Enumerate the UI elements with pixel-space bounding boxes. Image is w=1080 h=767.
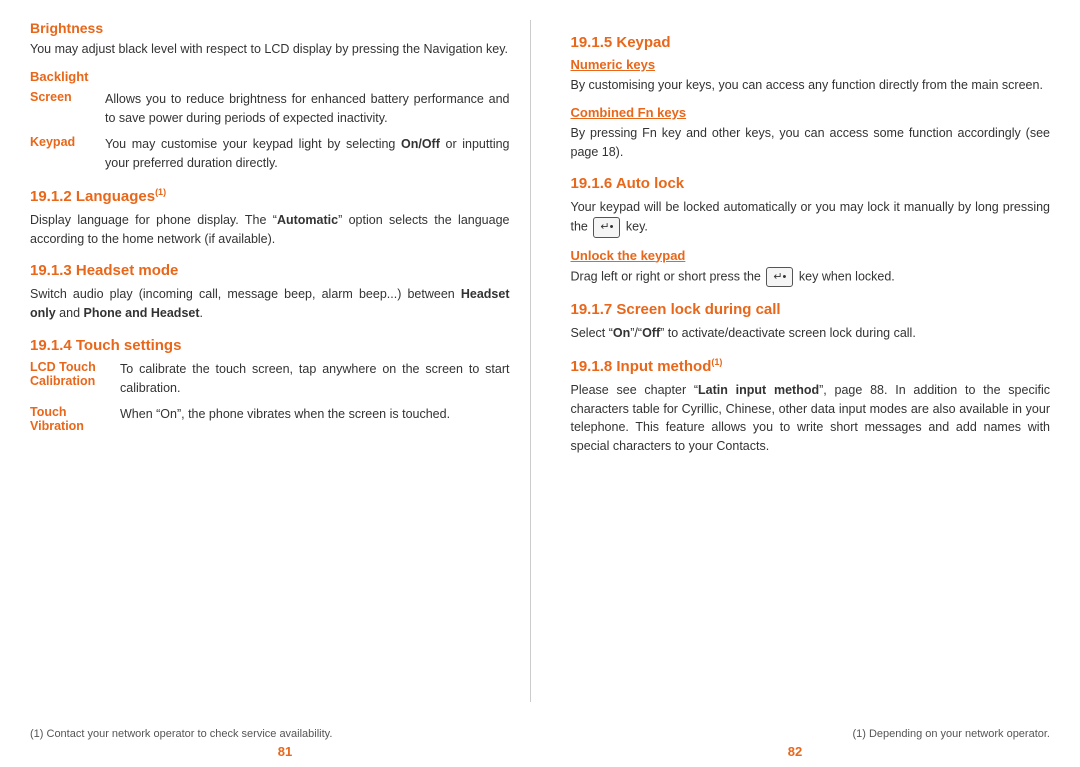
inputmethod-title: 19.1.8 Input method(1) — [571, 357, 1051, 375]
combined-heading: Combined Fn keys — [571, 105, 1051, 120]
backlight-heading: Backlight — [30, 69, 510, 84]
backlight-section: Backlight Screen Allows you to reduce br… — [30, 69, 510, 173]
screenlck-body: Select “On”/“Off” to activate/deactivate… — [571, 324, 1051, 343]
autolock-title: 19.1.6 Auto lock — [571, 175, 1051, 192]
keypad-value-bold: On/Off — [401, 137, 440, 151]
languages-body: Display language for phone display. The … — [30, 211, 510, 249]
touch-section: 19.1.4 Touch settings LCD TouchCalibrati… — [30, 337, 510, 434]
headset-body: Switch audio play (incoming call, messag… — [30, 285, 510, 323]
left-page-num: 81 — [30, 744, 540, 759]
keypad-value-prefix: You may customise your keypad light by s… — [105, 137, 401, 151]
lcd-label: LCD TouchCalibration — [30, 360, 110, 398]
numeric-heading: Numeric keys — [571, 57, 1051, 72]
unlock-heading: Unlock the keypad — [571, 248, 1051, 263]
unlock-key-icon: ↵• — [766, 267, 793, 288]
unlock-body: Drag left or right or short press the ↵•… — [571, 267, 1051, 288]
brightness-heading: Brightness — [30, 20, 510, 36]
right-column: 19.1.5 Keypad Numeric keys By customisin… — [561, 20, 1051, 702]
headset-title: 19.1.3 Headset mode — [30, 262, 510, 279]
keypad-title: 19.1.5 Keypad — [571, 34, 1051, 51]
screen-label: Screen — [30, 90, 95, 128]
right-page-num: 82 — [540, 744, 1050, 759]
keypad-backlight-value: You may customise your keypad light by s… — [105, 135, 510, 173]
autolock-section: 19.1.6 Auto lock Your keypad will be loc… — [571, 175, 1051, 237]
lcd-row: LCD TouchCalibration To calibrate the to… — [30, 360, 510, 398]
screenlck-section: 19.1.7 Screen lock during call Select “O… — [571, 301, 1051, 343]
combined-fn-section: Combined Fn keys By pressing Fn key and … — [571, 105, 1051, 162]
left-footnote: (1) Contact your network operator to che… — [30, 728, 332, 740]
unlock-section: Unlock the keypad Drag left or right or … — [571, 248, 1051, 288]
autolock-body: Your keypad will be locked automatically… — [571, 198, 1051, 237]
screen-row: Screen Allows you to reduce brightness f… — [30, 90, 510, 128]
screenlck-title: 19.1.7 Screen lock during call — [571, 301, 1051, 318]
touch-vibration-row: TouchVibration When “On”, the phone vibr… — [30, 405, 510, 433]
inputmethod-body: Please see chapter “Latin input method”,… — [571, 381, 1051, 456]
keypad-backlight-label: Keypad — [30, 135, 95, 173]
left-column: Brightness You may adjust black level wi… — [30, 20, 531, 702]
touch-title: 19.1.4 Touch settings — [30, 337, 510, 354]
brightness-body: You may adjust black level with respect … — [30, 40, 510, 59]
inputmethod-section: 19.1.8 Input method(1) Please see chapte… — [571, 357, 1051, 456]
touch-vibration-value: When “On”, the phone vibrates when the s… — [120, 405, 450, 433]
combined-body: By pressing Fn key and other keys, you c… — [571, 124, 1051, 162]
brightness-section: Brightness You may adjust black level wi… — [30, 20, 510, 59]
languages-title: 19.1.2 Languages(1) — [30, 187, 510, 205]
right-footnote: (1) Depending on your network operator. — [852, 728, 1050, 740]
lcd-value: To calibrate the touch screen, tap anywh… — [120, 360, 510, 398]
touch-vibration-label: TouchVibration — [30, 405, 110, 433]
autolock-key-icon: ↵• — [593, 217, 620, 238]
headset-section: 19.1.3 Headset mode Switch audio play (i… — [30, 262, 510, 323]
page-numbers: 81 82 — [0, 740, 1080, 767]
footnote-bar: (1) Contact your network operator to che… — [0, 722, 1080, 740]
languages-section: 19.1.2 Languages(1) Display language for… — [30, 187, 510, 249]
keypad-section: 19.1.5 Keypad Numeric keys By customisin… — [571, 34, 1051, 161]
numeric-body: By customising your keys, you can access… — [571, 76, 1051, 95]
numeric-keys-section: Numeric keys By customising your keys, y… — [571, 57, 1051, 95]
keypad-backlight-row: Keypad You may customise your keypad lig… — [30, 135, 510, 173]
screen-value: Allows you to reduce brightness for enha… — [105, 90, 510, 128]
